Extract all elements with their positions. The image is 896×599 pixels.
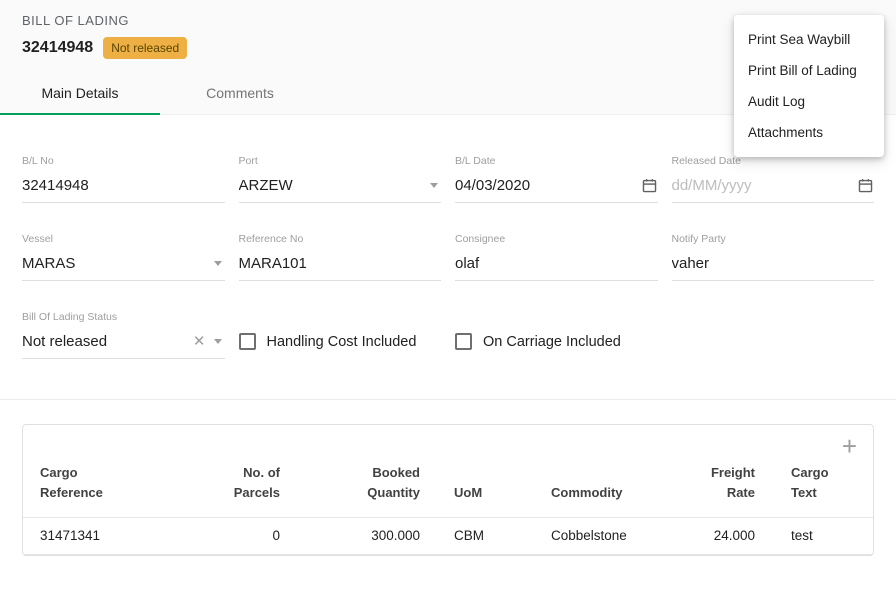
col-uom: UoM (428, 459, 523, 518)
chevron-down-icon[interactable] (214, 261, 222, 266)
cell-commodity[interactable]: Cobbelstone (523, 518, 673, 555)
field-bl-status: Bill Of Lading Status ✕ (22, 311, 225, 359)
field-bl-date: B/L Date (455, 155, 658, 203)
checkbox-icon[interactable] (455, 333, 472, 350)
on-carriage-checkbox[interactable]: On Carriage Included (455, 333, 658, 359)
cargo-table-header-row: Cargo Reference No. of Parcels Booked Qu… (23, 459, 873, 518)
cargo-table-card: + Cargo Reference No. of Parcels Booked … (22, 424, 874, 556)
field-reference-no: Reference No (239, 233, 442, 281)
reference-no-input[interactable] (239, 250, 442, 280)
bl-status-select[interactable] (22, 328, 193, 358)
calendar-icon[interactable] (857, 177, 874, 194)
handling-cost-checkbox[interactable]: Handling Cost Included (239, 333, 442, 359)
col-no-of-parcels: No. of Parcels (208, 459, 288, 518)
bl-no-input[interactable] (22, 172, 225, 202)
field-consignee: Consignee (455, 233, 658, 281)
bl-date-input[interactable] (455, 172, 641, 202)
field-bl-no: B/L No (22, 155, 225, 203)
field-released-date: Released Date (672, 155, 875, 203)
port-select[interactable] (239, 172, 431, 202)
menu-item-print-bill-of-lading[interactable]: Print Bill of Lading (734, 55, 884, 86)
calendar-icon[interactable] (641, 177, 658, 194)
col-cargo-reference: Cargo Reference (23, 459, 208, 518)
cargo-table: Cargo Reference No. of Parcels Booked Qu… (23, 459, 873, 555)
menu-item-attachments[interactable]: Attachments (734, 117, 884, 148)
consignee-label: Consignee (455, 233, 658, 245)
cell-booked-quantity[interactable]: 300.000 (288, 518, 428, 555)
released-date-input[interactable] (672, 172, 858, 202)
consignee-input[interactable] (455, 250, 658, 280)
cargo-table-toolbar: + (23, 425, 873, 459)
col-cargo-text: Cargo Text (763, 459, 873, 518)
on-carriage-label: On Carriage Included (483, 334, 621, 350)
add-cargo-button[interactable]: + (842, 433, 857, 459)
main-details-form: B/L No Port B/L Date (0, 155, 896, 359)
actions-menu: Print Sea Waybill Print Bill of Lading A… (734, 15, 884, 157)
cell-uom[interactable]: CBM (428, 518, 523, 555)
chevron-down-icon[interactable] (430, 183, 438, 188)
notify-party-input[interactable] (672, 250, 875, 280)
col-freight-rate: Freight Rate (673, 459, 763, 518)
bl-status-label: Bill Of Lading Status (22, 311, 225, 323)
cell-cargo-text[interactable]: test (763, 518, 873, 555)
table-row[interactable]: 31471341 0 300.000 CBM Cobbelstone 24.00… (23, 518, 873, 555)
vessel-select[interactable] (22, 250, 214, 280)
field-notify-party: Notify Party (672, 233, 875, 281)
col-booked-quantity: Booked Quantity (288, 459, 428, 518)
handling-cost-label: Handling Cost Included (267, 334, 417, 350)
status-badge: Not released (103, 37, 187, 59)
port-label: Port (239, 155, 442, 167)
chevron-down-icon[interactable] (214, 339, 222, 344)
tab-main-details[interactable]: Main Details (0, 70, 160, 114)
bl-number: 32414948 (22, 39, 93, 57)
col-commodity: Commodity (523, 459, 673, 518)
section-divider (0, 399, 896, 400)
vessel-label: Vessel (22, 233, 225, 245)
menu-item-print-sea-waybill[interactable]: Print Sea Waybill (734, 24, 884, 55)
menu-item-audit-log[interactable]: Audit Log (734, 86, 884, 117)
cell-no-of-parcels[interactable]: 0 (208, 518, 288, 555)
bl-date-label: B/L Date (455, 155, 658, 167)
notify-party-label: Notify Party (672, 233, 875, 245)
reference-no-label: Reference No (239, 233, 442, 245)
bill-of-lading-page: BILL OF LADING 32414948 Not released Mai… (0, 0, 896, 599)
cell-cargo-reference[interactable]: 31471341 (23, 518, 208, 555)
field-port: Port (239, 155, 442, 203)
checkbox-icon[interactable] (239, 333, 256, 350)
cell-freight-rate[interactable]: 24.000 (673, 518, 763, 555)
field-vessel: Vessel (22, 233, 225, 281)
clear-icon[interactable]: ✕ (193, 334, 206, 349)
bl-no-label: B/L No (22, 155, 225, 167)
tab-comments[interactable]: Comments (160, 70, 320, 114)
